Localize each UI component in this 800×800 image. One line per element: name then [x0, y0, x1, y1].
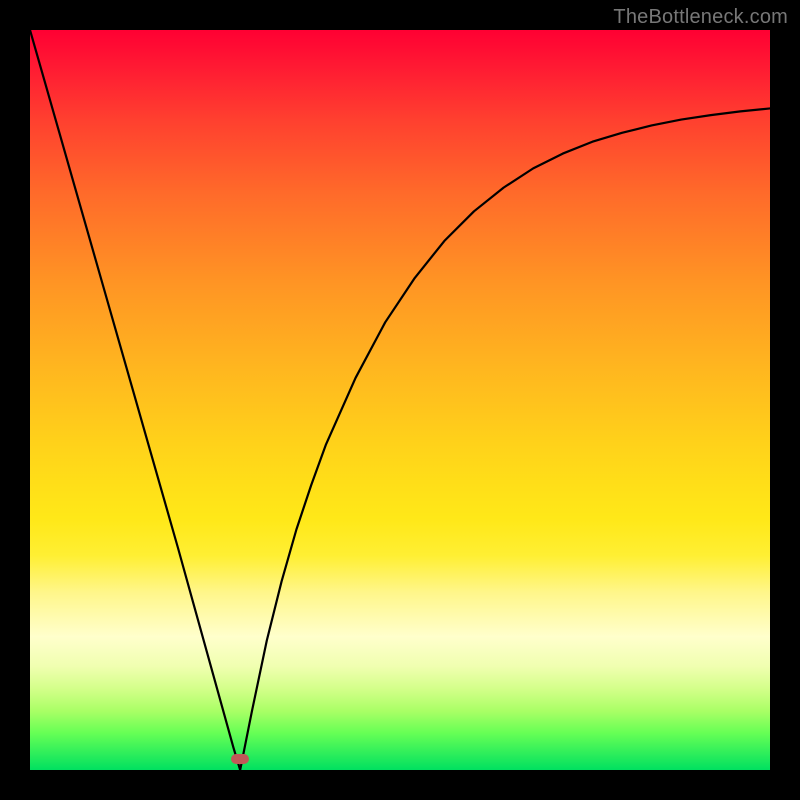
chart-plot-area: [30, 30, 770, 770]
chart-curve: [30, 30, 770, 770]
watermark-text: TheBottleneck.com: [613, 6, 788, 29]
chart-marker-dot: [231, 754, 249, 764]
chart-frame: TheBottleneck.com: [0, 0, 800, 800]
